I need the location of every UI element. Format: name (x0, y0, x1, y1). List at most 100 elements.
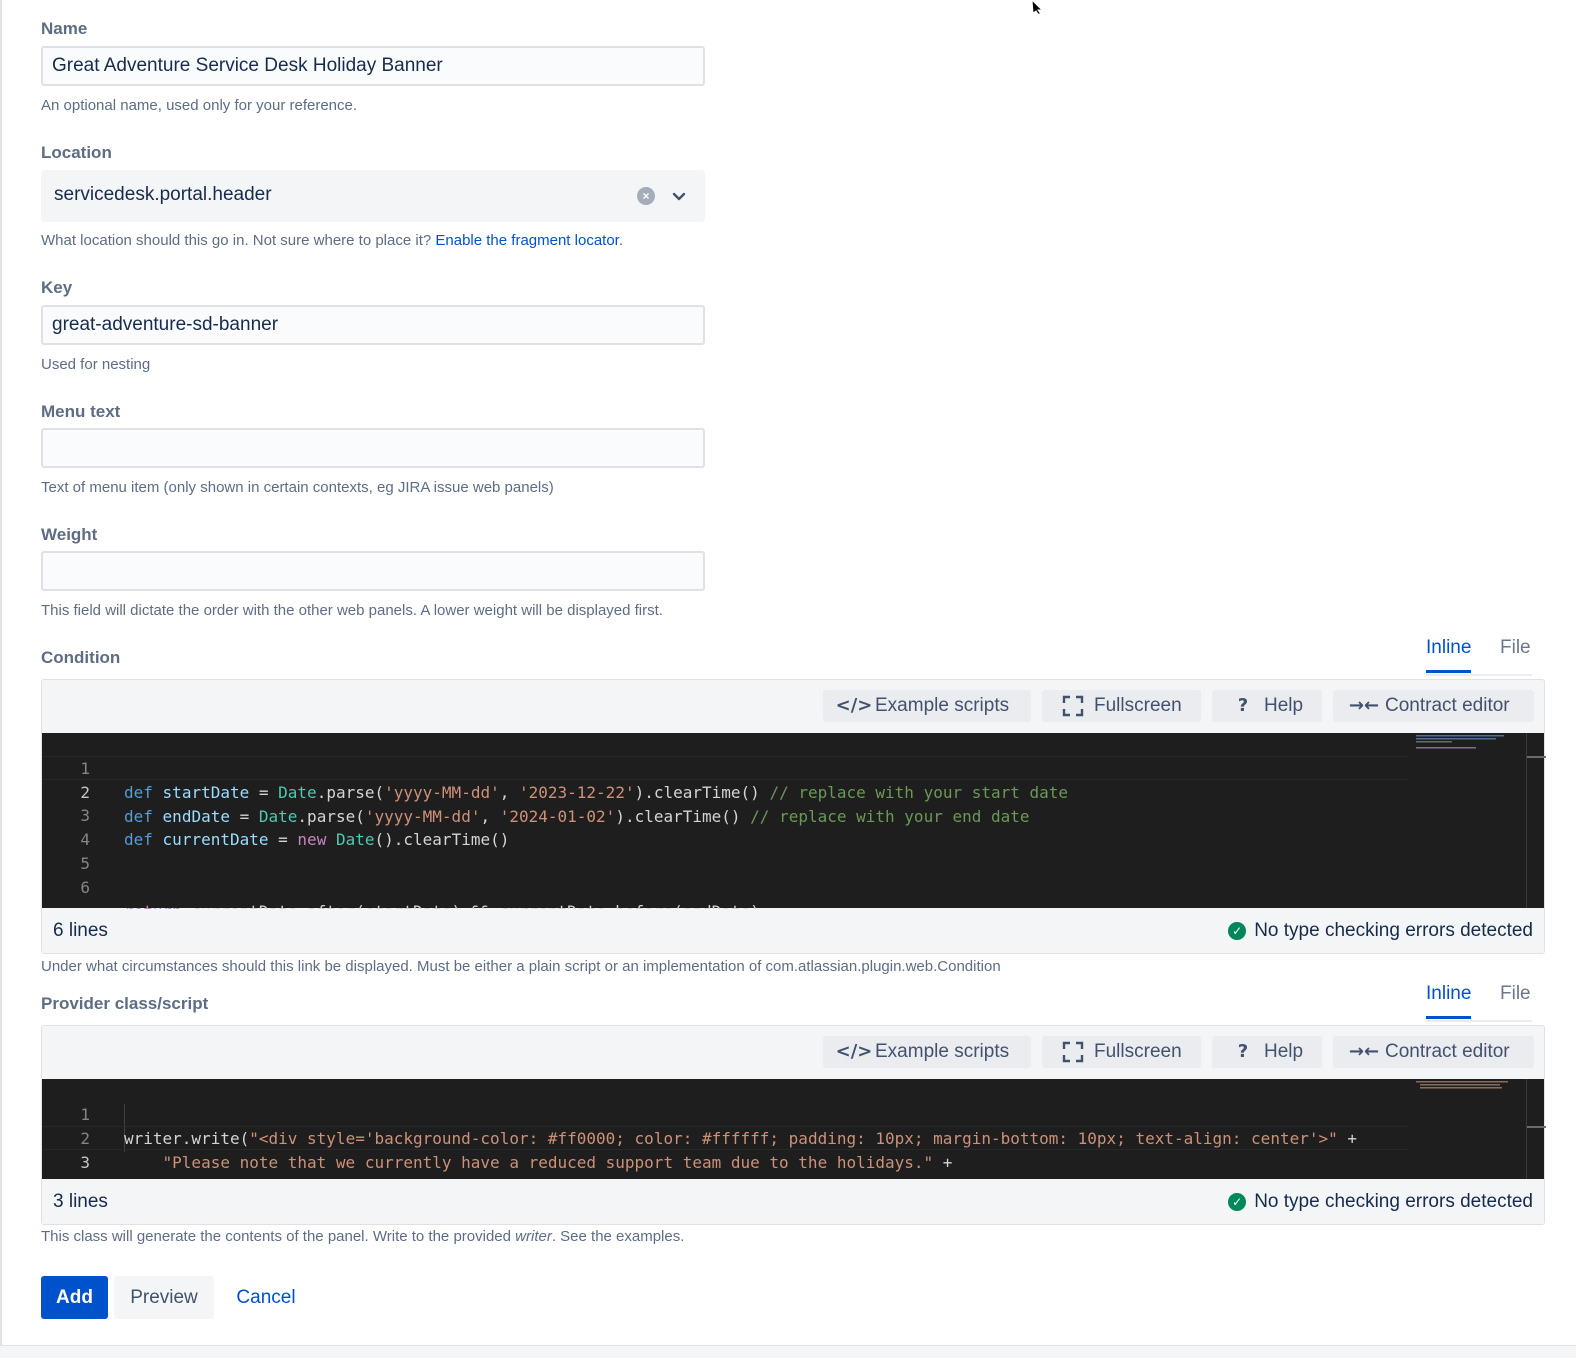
code-line: 2 def endDate = Date.parse('yyyy-MM-dd',… (42, 756, 1408, 826)
code-line: 4 (42, 804, 1408, 849)
key-label: Key (41, 278, 73, 297)
code-line: 6 return currentDate.after(startDate) &&… (42, 852, 1408, 921)
provider-editor-toolbar: </> Example scripts Fullscreen ? Help →←… (42, 1026, 1544, 1080)
fullscreen-button[interactable]: Fullscreen (1042, 690, 1201, 722)
type-check-status: ✓ No type checking errors detected (1228, 1191, 1533, 1213)
contract-icon: →← (1348, 1041, 1380, 1062)
fullscreen-button[interactable]: Fullscreen (1042, 1036, 1201, 1068)
question-icon: ? (1237, 1041, 1249, 1062)
type-check-text: No type checking errors detected (1254, 1191, 1533, 1212)
code-line: 2 "Please note that we currently have a … (42, 1103, 1408, 1172)
code-scrollbar[interactable] (1526, 1079, 1546, 1179)
help-label: Help (1264, 695, 1304, 716)
menu-text-input[interactable] (41, 428, 705, 468)
tab-inline[interactable]: Inline (1426, 637, 1472, 673)
example-scripts-label: Example scripts (875, 695, 1010, 716)
add-button[interactable]: Add (41, 1276, 108, 1319)
clear-icon[interactable]: × (637, 187, 655, 205)
preview-button[interactable]: Preview (114, 1276, 214, 1319)
contract-editor-button[interactable]: →← Contract editor (1333, 1036, 1534, 1068)
provider-editor: </> Example scripts Fullscreen ? Help →←… (41, 1025, 1546, 1225)
fullscreen-label: Fullscreen (1094, 695, 1182, 716)
fragment-locator-link[interactable]: Enable the fragment locator (435, 232, 618, 249)
example-scripts-button[interactable]: </> Example scripts (823, 1036, 1031, 1068)
check-circle-icon: ✓ (1228, 922, 1247, 940)
name-help: An optional name, used only for your ref… (41, 97, 358, 114)
provider-label: Provider class/script (41, 994, 209, 1013)
mouse-cursor-icon (1031, 0, 1044, 14)
example-scripts-button[interactable]: </> Example scripts (823, 690, 1031, 722)
code-icon: </> (835, 695, 873, 716)
location-select[interactable]: servicedesk.portal.header × (41, 170, 705, 222)
contract-editor-label: Contract editor (1385, 695, 1510, 716)
example-scripts-label: Example scripts (875, 1041, 1010, 1062)
type-check-text: No type checking errors detected (1254, 920, 1533, 941)
name-label: Name (41, 19, 88, 38)
type-check-status: ✓ No type checking errors detected (1228, 920, 1533, 942)
code-text: "Please note that we currently have a re… (162, 1153, 953, 1172)
condition-status-bar: 6 lines ✓ No type checking errors detect… (42, 909, 1544, 953)
code-minimap[interactable] (1414, 733, 1510, 908)
condition-editor-toolbar: </> Example scripts Fullscreen ? Help →←… (42, 680, 1544, 734)
scrollbar-marker (1527, 1126, 1546, 1128)
fullscreen-label: Fullscreen (1094, 1041, 1182, 1062)
provider-help-text: This class will generate the contents of… (41, 1228, 516, 1245)
condition-editor: </> Example scripts Fullscreen ? Help →←… (41, 679, 1546, 954)
menu-text-help: Text of menu item (only shown in certain… (41, 479, 554, 496)
weight-input[interactable] (41, 551, 705, 591)
key-input[interactable] (41, 305, 705, 345)
scrollbar-marker (1527, 756, 1546, 758)
provider-status-bar: 3 lines ✓ No type checking errors detect… (42, 1180, 1544, 1224)
code-line: 3 def currentDate = new Date().clearTime… (42, 780, 1408, 849)
cancel-button[interactable]: Cancel (224, 1276, 308, 1319)
tab-file[interactable]: File (1500, 983, 1531, 1013)
line-count: 3 lines (53, 1191, 108, 1212)
condition-label: Condition (41, 648, 121, 667)
key-help: Used for nesting (41, 356, 151, 373)
help-button[interactable]: ? Help (1212, 1036, 1322, 1068)
code-line: 1 def startDate = Date.parse('yyyy-MM-dd… (42, 733, 1408, 802)
fullscreen-icon (1060, 1036, 1086, 1068)
contract-icon: →← (1348, 695, 1380, 716)
tab-inline[interactable]: Inline (1426, 983, 1472, 1019)
location-value: servicedesk.portal.header (54, 184, 272, 205)
code-line: 1 writer.write("<div style='background-c… (42, 1079, 1408, 1148)
provider-help: This class will generate the contents of… (41, 1228, 684, 1245)
provider-code-area[interactable]: 1 writer.write("<div style='background-c… (42, 1079, 1546, 1196)
weight-help: This field will dictate the order with t… (41, 602, 663, 619)
code-icon: </> (835, 1041, 873, 1062)
line-count: 6 lines (53, 920, 108, 941)
help-button[interactable]: ? Help (1212, 690, 1322, 722)
location-help: What location should this go in. Not sur… (41, 232, 623, 249)
chevron-down-icon[interactable] (670, 187, 688, 205)
condition-tabs: Inline File (1426, 637, 1532, 673)
location-label: Location (41, 143, 112, 162)
tab-file[interactable]: File (1500, 637, 1531, 667)
menu-text-label: Menu text (41, 402, 121, 421)
page-footer-bar (0, 1345, 1576, 1358)
form-page: Name An optional name, used only for you… (0, 0, 1576, 1358)
name-input[interactable] (41, 46, 705, 86)
condition-tabs-underline (1426, 674, 1532, 676)
check-circle-icon: ✓ (1228, 1193, 1247, 1211)
provider-tabs: Inline File (1426, 983, 1532, 1019)
code-line: 3 " Please be patient with us as it may … (42, 1126, 1408, 1196)
weight-label: Weight (41, 525, 98, 544)
code-scrollbar[interactable] (1526, 733, 1546, 908)
line-number: 3 (80, 1153, 90, 1172)
question-icon: ? (1237, 695, 1249, 716)
condition-code-area[interactable]: 1 def startDate = Date.parse('yyyy-MM-dd… (42, 733, 1546, 921)
provider-help-suffix: . See the examples. (551, 1228, 685, 1245)
provider-help-writer: writer (515, 1228, 552, 1245)
contract-editor-button[interactable]: →← Contract editor (1333, 690, 1534, 722)
condition-help: Under what circumstances should this lin… (41, 958, 1001, 975)
line-number: 6 (80, 878, 90, 897)
provider-tabs-underline (1426, 1020, 1532, 1022)
location-help-suffix: . (618, 232, 624, 249)
location-help-text: What location should this go in. Not sur… (41, 232, 436, 249)
help-label: Help (1264, 1041, 1304, 1062)
code-line: 5 (42, 828, 1408, 873)
fullscreen-icon (1060, 690, 1086, 722)
code-minimap[interactable] (1414, 1079, 1510, 1179)
contract-editor-label: Contract editor (1385, 1041, 1510, 1062)
